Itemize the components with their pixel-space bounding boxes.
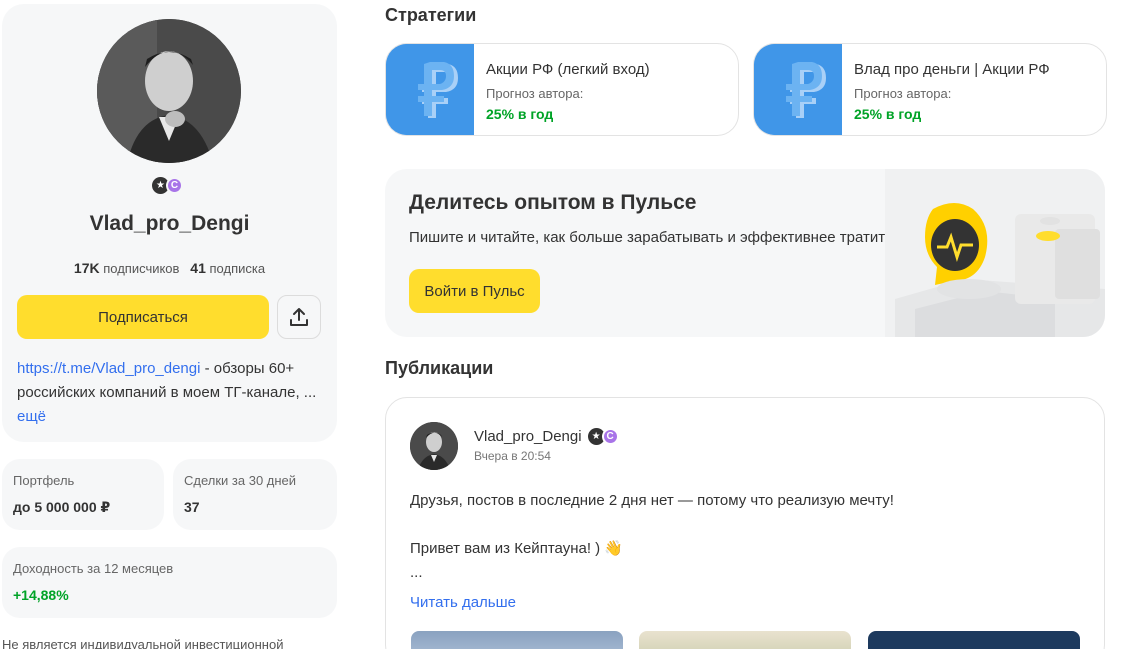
post-time: Вчера в 20:54: [474, 449, 551, 463]
read-more-link[interactable]: Читать дальше: [410, 594, 516, 611]
strategy-card[interactable]: Акции РФ (легкий вход) Прогноз автора: 2…: [385, 43, 739, 136]
pulse-title: Делитесь опытом в Пульсе: [409, 191, 697, 214]
disclaimer-text: Не является индивидуальной инвестиционно…: [2, 637, 284, 649]
deals-value: 37: [184, 499, 200, 515]
profile-name: Vlad_pro_Dengi: [89, 212, 250, 235]
post-line: Привет вам из Кейптауна! ) 👋: [410, 540, 623, 557]
profile-badges: ★ C: [152, 177, 183, 194]
post-line: Друзья, постов в последние 2 дня нет — п…: [410, 492, 894, 509]
strategies-title: Стратегии: [385, 5, 477, 25]
subscribers-count[interactable]: 17K: [74, 260, 100, 276]
portfolio-value: до 5 000 000 ₽: [13, 499, 111, 515]
ruble-icon: [754, 44, 842, 135]
profile-stats: 17K подписчиков 41 подписка: [2, 260, 337, 276]
author-badges: ★ C: [587, 428, 619, 445]
yield-card: Доходность за 12 месяцев +14,88%: [2, 547, 337, 618]
strategy-name: Акции РФ (легкий вход): [486, 61, 650, 78]
post-author-name[interactable]: Vlad_pro_Dengi: [474, 428, 582, 445]
portfolio-label: Портфель: [13, 473, 75, 488]
c-badge-icon: C: [166, 177, 183, 194]
post-author[interactable]: Vlad_pro_Dengi ★ C: [474, 428, 619, 445]
strategy-card[interactable]: Влад про деньги | Акции РФ Прогноз автор…: [753, 43, 1107, 136]
portfolio-card: Портфель до 5 000 000 ₽: [2, 459, 164, 530]
post-card: Vlad_pro_Dengi ★ C Вчера в 20:54 Друзья,…: [385, 397, 1105, 649]
post-image[interactable]: [411, 631, 623, 649]
bio-link[interactable]: https://t.me/Vlad_pro_dengi: [17, 360, 200, 377]
yield-value: +14,88%: [13, 587, 69, 603]
subscriptions-count[interactable]: 41: [190, 260, 206, 276]
subscribe-button[interactable]: Подписаться: [17, 295, 269, 339]
bio-more-link[interactable]: ещё: [17, 408, 46, 425]
yield-label: Доходность за 12 месяцев: [13, 561, 174, 576]
strategy-name: Влад про деньги | Акции РФ: [854, 61, 1050, 78]
profile-card: ★ C Vlad_pro_Dengi 17K подписчиков 41 по…: [2, 4, 337, 442]
pulse-subtitle: Пишите и читайте, как больше зарабатыват…: [409, 229, 893, 246]
post-line: ...: [410, 564, 423, 581]
post-text: Друзья, постов в последние 2 дня нет — п…: [410, 489, 1080, 585]
share-icon: [290, 308, 308, 326]
pulse-login-button[interactable]: Войти в Пульс: [409, 269, 540, 313]
share-button[interactable]: [277, 295, 321, 339]
strategy-forecast-value: 25% в год: [486, 106, 554, 122]
publications-title: Публикации: [385, 358, 494, 378]
post-image[interactable]: [868, 631, 1080, 649]
profile-bio: https://t.me/Vlad_pro_dengi - обзоры 60+…: [17, 357, 327, 429]
pulse-banner: Делитесь опытом в Пульсе Пишите и читайт…: [385, 169, 1105, 337]
post-image[interactable]: [639, 631, 851, 649]
strategy-forecast-value: 25% в год: [854, 106, 922, 122]
subscriptions-label[interactable]: подписка: [210, 261, 266, 276]
post-author-avatar[interactable]: [410, 422, 458, 470]
c-badge-icon: C: [601, 428, 619, 445]
subscribers-label[interactable]: подписчиков: [103, 261, 179, 276]
pulse-illustration: [885, 169, 1105, 337]
deals-label: Сделки за 30 дней: [184, 473, 297, 488]
strategy-forecast-label: Прогноз автора:: [854, 86, 952, 101]
profile-avatar[interactable]: [97, 19, 241, 163]
ruble-icon: [386, 44, 474, 135]
deals-card: Сделки за 30 дней 37: [173, 459, 337, 530]
strategy-forecast-label: Прогноз автора:: [486, 86, 584, 101]
